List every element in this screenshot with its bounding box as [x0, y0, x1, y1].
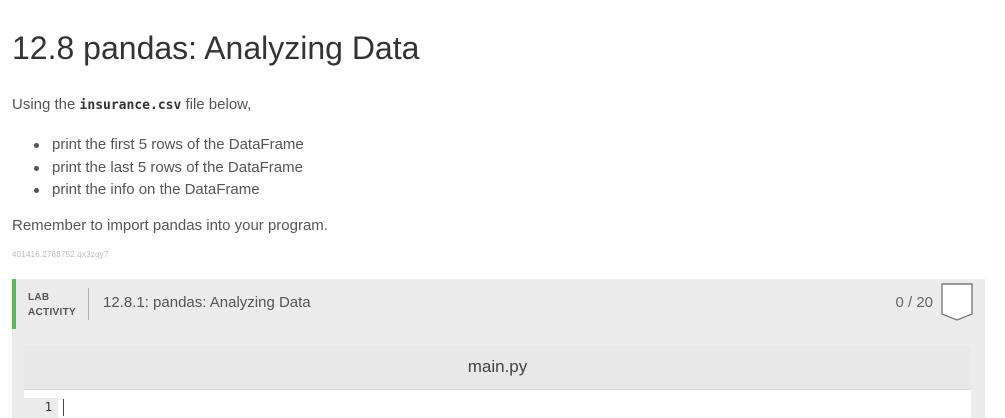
editor-filename: main.py: [467, 357, 528, 376]
code-input-area[interactable]: 1: [24, 398, 971, 418]
intro-prefix: Using the: [12, 96, 80, 113]
task-item: print the first 5 rows of the DataFrame: [32, 134, 304, 157]
text-cursor: [63, 399, 64, 416]
lab-activity-panel: LAB ACTIVITY 12.8.1: pandas: Analyzing D…: [12, 279, 985, 418]
lab-tag-line1: LAB: [28, 292, 50, 303]
lab-header-divider: [88, 288, 89, 320]
line-gutter: 1: [24, 398, 58, 418]
editor-file-tab[interactable]: main.py: [24, 346, 971, 390]
lab-activity-title: 12.8.1: pandas: Analyzing Data: [103, 294, 311, 311]
intro-text: Using the insurance.csv file below,: [12, 96, 251, 113]
reminder-text: Remember to import pandas into your prog…: [12, 217, 328, 234]
bookmark-flag-icon[interactable]: [941, 283, 973, 321]
task-item: print the info on the DataFrame: [32, 179, 304, 202]
task-list: print the first 5 rows of the DataFrame …: [32, 134, 304, 202]
code-editor: main.py 1: [24, 346, 971, 418]
lab-score: 0 / 20: [895, 294, 933, 311]
line-number: 1: [44, 400, 52, 414]
lab-activity-header: LAB ACTIVITY 12.8.1: pandas: Analyzing D…: [12, 279, 985, 329]
lab-activity-tag: LAB ACTIVITY: [28, 290, 76, 320]
tracking-id: 401416.2768752.qx3zqy7: [12, 250, 109, 259]
lab-tag-line2: ACTIVITY: [28, 307, 76, 318]
intro-suffix: file below,: [181, 96, 252, 113]
intro-filename: insurance.csv: [79, 98, 182, 113]
task-item: print the last 5 rows of the DataFrame: [32, 157, 304, 180]
page-title: 12.8 pandas: Analyzing Data: [12, 30, 420, 66]
